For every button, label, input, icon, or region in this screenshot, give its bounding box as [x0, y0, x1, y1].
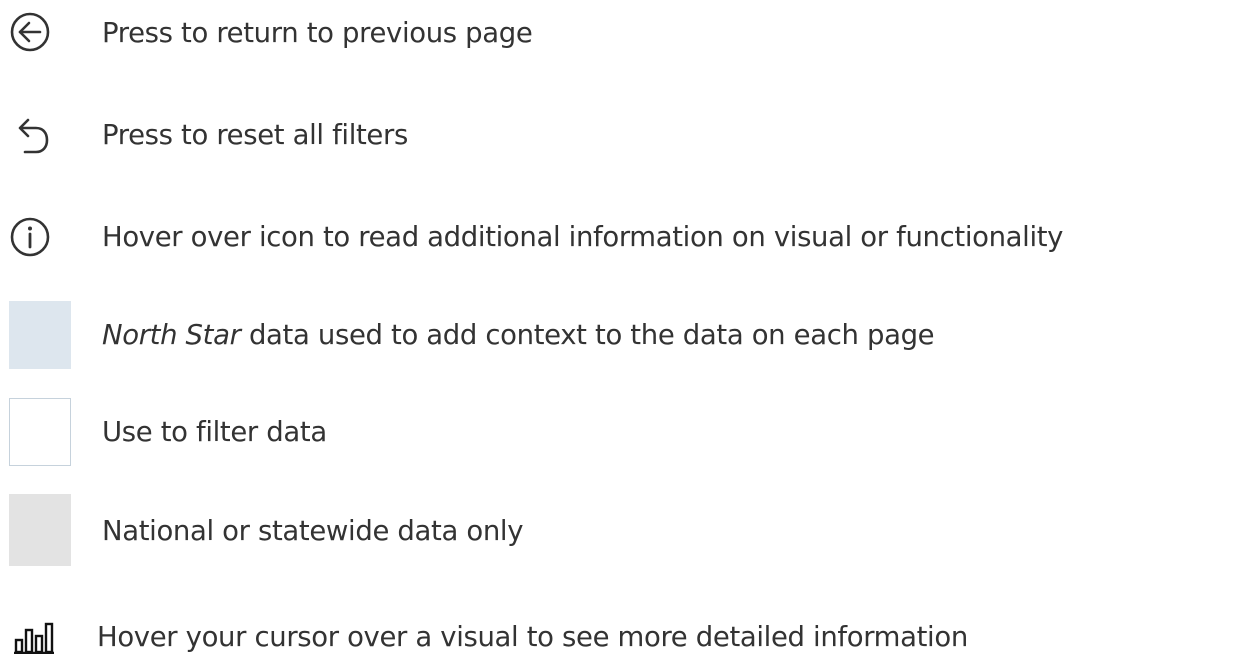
legend-label-back: Press to return to previous page [102, 17, 533, 49]
legend-item-reset: Press to reset all filters [0, 100, 1253, 170]
legend-item-info: Hover over icon to read additional infor… [0, 200, 1253, 270]
info-circle-icon [10, 217, 50, 257]
north-star-description: data used to add context to the data on … [240, 319, 935, 351]
national-swatch [9, 494, 71, 566]
north-star-swatch [9, 301, 71, 369]
legend-item-filter: Use to filter data [0, 398, 1253, 468]
bar-chart-icon [14, 622, 54, 654]
north-star-emphasis: North Star [102, 319, 241, 351]
legend-item-national: National or statewide data only [0, 494, 1253, 566]
legend-item-visual: Hover your cursor over a visual to see m… [0, 600, 1253, 657]
legend-label-national: National or statewide data only [102, 515, 524, 547]
legend-label-info: Hover over icon to read additional infor… [102, 221, 1064, 253]
legend-item-back: Press to return to previous page [0, 0, 1253, 70]
filter-swatch [9, 398, 71, 466]
legend-label-north-star: North Star data used to add context to t… [102, 318, 935, 352]
legend-label-visual: Hover your cursor over a visual to see m… [97, 621, 968, 653]
back-arrow-circle-icon [10, 12, 50, 52]
reset-undo-icon [18, 118, 49, 154]
legend-label-reset: Press to reset all filters [102, 119, 408, 151]
legend-label-filter: Use to filter data [102, 416, 327, 448]
legend-item-north-star: North Star data used to add context to t… [0, 300, 1253, 370]
